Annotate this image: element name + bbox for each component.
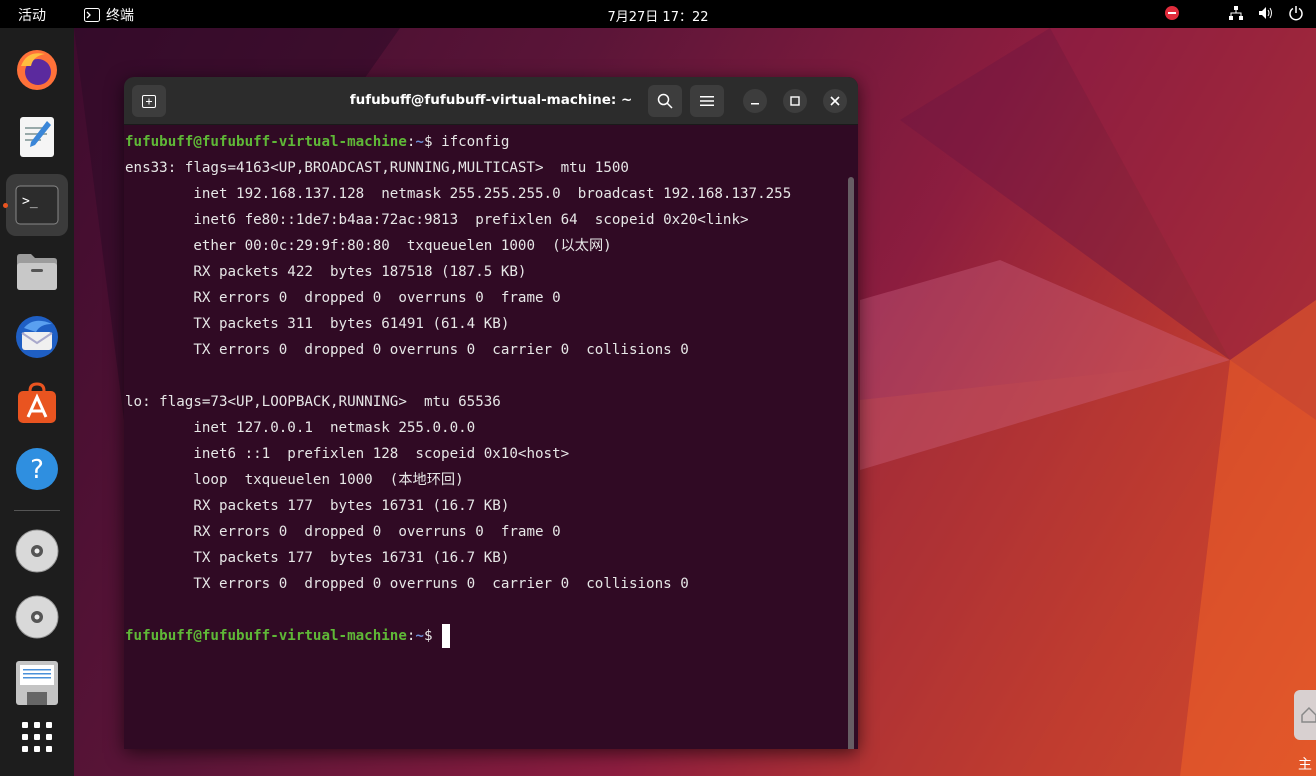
cd-drive-icon xyxy=(15,529,59,573)
dock-thunderbird[interactable] xyxy=(6,306,68,368)
app-center-icon xyxy=(18,382,56,423)
power-icon[interactable] xyxy=(1288,5,1304,21)
network-icon[interactable] xyxy=(1228,5,1244,21)
output-line: TX packets 177 bytes 16731 (16.7 KB) xyxy=(125,550,510,566)
prompt-user: fufubuff@fufubuff-virtual-machine xyxy=(125,628,407,644)
scrollbar[interactable] xyxy=(848,177,854,749)
maximize-button[interactable] xyxy=(783,89,807,113)
minimize-button[interactable] xyxy=(743,89,767,113)
do-not-disturb-icon[interactable] xyxy=(1164,5,1180,21)
prompt-user: fufubuff@fufubuff-virtual-machine xyxy=(125,134,407,150)
current-prompt-line[interactable]: fufubuff@fufubuff-virtual-machine:~$ xyxy=(125,623,858,649)
terminal-icon: >_ xyxy=(15,185,59,225)
output-line: ens33: flags=4163<UP,BROADCAST,RUNNING,M… xyxy=(125,160,629,176)
dock-text-editor[interactable] xyxy=(6,106,68,168)
running-indicator xyxy=(3,203,8,208)
output-line: inet6 ::1 prefixlen 128 scopeid 0x10<hos… xyxy=(125,446,570,462)
output-line: TX packets 311 bytes 61491 (61.4 KB) xyxy=(125,316,510,332)
dock-firefox[interactable] xyxy=(6,39,68,101)
prompt-symbol: $ xyxy=(423,628,442,644)
files-icon xyxy=(17,254,57,290)
terminal-window[interactable]: fufubuff@fufubuff-virtual-machine: ~ fuf… xyxy=(124,77,858,749)
dock-floppy[interactable] xyxy=(6,652,68,714)
output-line: RX packets 422 bytes 187518 (187.5 KB) xyxy=(125,264,527,280)
output-line: lo: flags=73<UP,LOOPBACK,RUNNING> mtu 65… xyxy=(125,394,501,410)
dock: >_ ? xyxy=(0,28,74,776)
search-button[interactable] xyxy=(648,85,682,117)
svg-text:>_: >_ xyxy=(22,194,38,209)
command-text: ifconfig xyxy=(441,134,510,150)
top-bar: 活动 终端 7月27日 17：22 xyxy=(0,0,1316,28)
output-line: TX errors 0 dropped 0 overruns 0 carrier… xyxy=(125,342,689,358)
prompt-symbol: $ xyxy=(423,134,442,150)
output-line: inet 127.0.0.1 netmask 255.0.0.0 xyxy=(125,420,476,436)
prompt-path: ~ xyxy=(415,628,424,644)
output-line: inet6 fe80::1de7:b4aa:72ac:9813 prefixle… xyxy=(125,212,749,228)
output-line: inet 192.168.137.128 netmask 255.255.255… xyxy=(125,186,792,202)
clock[interactable]: 7月27日 17：22 xyxy=(0,6,1316,25)
close-icon xyxy=(830,96,840,106)
thunderbird-icon xyxy=(16,316,58,358)
system-tray[interactable] xyxy=(1164,5,1304,21)
home-icon xyxy=(1301,706,1316,723)
output-line: TX errors 0 dropped 0 overruns 0 carrier… xyxy=(125,576,689,592)
dock-separator xyxy=(14,510,60,511)
desktop-home-label: 主 xyxy=(1298,757,1312,773)
output-line: loop txqueuelen 1000 (本地环回) xyxy=(125,472,464,488)
show-apps-icon xyxy=(22,722,52,752)
prompt-path: ~ xyxy=(415,134,424,150)
minimize-icon xyxy=(751,103,759,105)
command-line: fufubuff@fufubuff-virtual-machine:~$ ifc… xyxy=(125,129,858,155)
svg-text:?: ? xyxy=(30,455,44,485)
hamburger-menu-icon xyxy=(700,96,714,106)
output-line: ether 00:0c:29:9f:80:80 txqueuelen 1000 … xyxy=(125,238,612,254)
text-cursor xyxy=(442,624,451,648)
floppy-disk-icon xyxy=(16,661,58,705)
volume-icon[interactable] xyxy=(1258,5,1274,21)
menu-button[interactable] xyxy=(690,85,724,117)
search-icon xyxy=(657,93,673,109)
dock-show-apps[interactable] xyxy=(6,706,68,768)
maximize-icon xyxy=(790,96,800,106)
output-line: RX errors 0 dropped 0 overruns 0 frame 0 xyxy=(125,290,561,306)
dock-terminal[interactable]: >_ xyxy=(6,174,68,236)
firefox-icon xyxy=(17,50,57,90)
output-line: RX packets 177 bytes 16731 (16.7 KB) xyxy=(125,498,510,514)
close-button[interactable] xyxy=(823,89,847,113)
desktop-home-folder[interactable] xyxy=(1294,690,1316,740)
cd-drive-icon xyxy=(15,595,59,639)
dock-cd-drive-1[interactable] xyxy=(6,520,68,582)
output-line: RX errors 0 dropped 0 overruns 0 frame 0 xyxy=(125,524,561,540)
terminal-header-bar[interactable]: fufubuff@fufubuff-virtual-machine: ~ xyxy=(124,77,858,125)
dock-help[interactable]: ? xyxy=(6,438,68,500)
terminal-output[interactable]: fufubuff@fufubuff-virtual-machine:~$ ifc… xyxy=(124,125,858,749)
text-editor-icon xyxy=(20,117,54,157)
dock-app-center[interactable] xyxy=(6,372,68,434)
help-icon: ? xyxy=(16,448,58,490)
dock-files[interactable] xyxy=(6,240,68,302)
dock-cd-drive-2[interactable] xyxy=(6,586,68,648)
